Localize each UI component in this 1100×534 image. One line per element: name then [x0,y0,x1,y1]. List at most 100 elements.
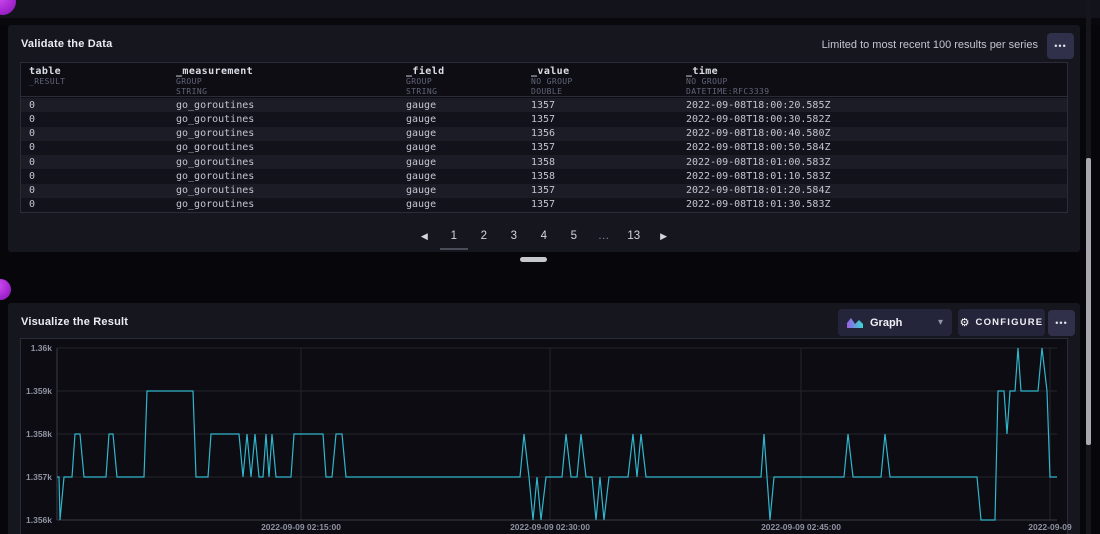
table-cell: gauge [398,142,523,153]
column-name: _field [406,66,523,77]
table-cell: 2022-09-08T18:01:00.583Z [678,157,1067,168]
table-pagination: ◀ 1 2 3 4 5 … 13 ▶ [8,225,1080,247]
svg-text:2022-09-09 02:30:00: 2022-09-09 02:30:00 [510,522,590,532]
table-row: 0go_goroutinesgauge13572022-09-08T18:00:… [21,98,1067,112]
table-row: 0go_goroutinesgauge13582022-09-08T18:01:… [21,169,1067,183]
svg-text:2022-09-09: 2022-09-09 [1028,522,1072,532]
table-cell: gauge [398,100,523,111]
table-cell: gauge [398,157,523,168]
table-cell: 0 [21,100,168,111]
table-cell: 2022-09-08T18:01:10.583Z [678,171,1067,182]
table-cell: 1357 [523,142,678,153]
table-cell: 0 [21,128,168,139]
table-header-cell[interactable]: _timeNO GROUPDATETIME:RFC3339 [678,63,1067,96]
table-header-cell[interactable]: _fieldGROUPSTRING [398,63,523,96]
table-header-cell[interactable]: table_RESULT [21,63,168,96]
table-cell: go_goroutines [168,128,398,139]
column-meta: GROUP [406,77,523,87]
column-meta: NO GROUP [531,77,678,87]
table-cell: go_goroutines [168,199,398,210]
raw-data-table: table_RESULT_measurementGROUPSTRING_fiel… [20,62,1068,213]
table-body: 0go_goroutinesgauge13572022-09-08T18:00:… [21,98,1067,212]
table-cell: go_goroutines [168,114,398,125]
gear-icon: ⚙ [960,317,970,328]
pagination-prev-button[interactable]: ◀ [419,231,430,242]
table-cell: 0 [21,142,168,153]
table-row: 0go_goroutinesgauge13572022-09-08T18:01:… [21,198,1067,212]
top-band-gap [0,18,1100,25]
table-cell: go_goroutines [168,100,398,111]
purple-orb-left[interactable] [0,279,11,300]
table-cell: gauge [398,185,523,196]
column-name: _measurement [176,66,398,77]
svg-text:1.359k: 1.359k [26,386,52,396]
pagination-page-button[interactable]: 3 [508,230,520,242]
scrollbar-thumb[interactable] [1086,158,1091,445]
table-cell: 2022-09-08T18:01:30.583Z [678,199,1067,210]
table-cell: gauge [398,171,523,182]
table-cell: go_goroutines [168,171,398,182]
visualize-result-panel: Visualize the Result Graph ▾ ⚙ CONFIGURE… [8,303,1080,534]
table-cell: 1357 [523,100,678,111]
configure-button[interactable]: ⚙ CONFIGURE [958,309,1045,336]
table-cell: 1358 [523,171,678,182]
table-cell: gauge [398,128,523,139]
pagination-next-button[interactable]: ▶ [658,231,669,242]
table-cell: go_goroutines [168,157,398,168]
view-type-dropdown[interactable]: Graph ▾ [838,309,952,336]
pagination-page-button[interactable]: 1 [448,230,460,242]
table-cell: go_goroutines [168,142,398,153]
svg-text:2022-09-09 02:45:00: 2022-09-09 02:45:00 [761,522,841,532]
table-row: 0go_goroutinesgauge13572022-09-08T18:00:… [21,141,1067,155]
table-header-cell[interactable]: _measurementGROUPSTRING [168,63,398,96]
visualize-more-options-button[interactable]: ••• [1048,310,1075,336]
table-row: 0go_goroutinesgauge13572022-09-08T18:00:… [21,112,1067,126]
table-cell: 2022-09-08T18:00:50.584Z [678,142,1067,153]
view-type-label: Graph [870,317,902,329]
column-meta: STRING [406,87,523,96]
column-meta: STRING [176,87,398,96]
table-cell: 2022-09-08T18:00:20.585Z [678,100,1067,111]
panel-resize-handle[interactable] [520,257,547,262]
column-meta: _RESULT [29,77,168,87]
table-cell: 0 [21,157,168,168]
table-cell: 1356 [523,128,678,139]
column-meta: DOUBLE [531,87,678,96]
table-cell: 1357 [523,199,678,210]
column-meta: GROUP [176,77,398,87]
validate-panel-title: Validate the Data [21,38,112,50]
column-name: _value [531,66,678,77]
column-meta: DATETIME:RFC3339 [686,87,1067,96]
table-header-row: table_RESULT_measurementGROUPSTRING_fiel… [21,63,1067,97]
column-name: table [29,66,168,77]
chevron-down-icon: ▾ [938,317,943,328]
svg-text:1.356k: 1.356k [26,515,52,525]
line-chart[interactable]: 1.36k 1.359k 1.358k 1.357k 1.356k 2022-09-09 … [20,338,1068,534]
column-name: _time [686,66,1067,77]
validate-more-options-button[interactable]: ••• [1047,33,1074,59]
pagination-page-button[interactable]: 5 [568,230,580,242]
results-limit-note: Limited to most recent 100 results per s… [822,39,1038,51]
table-cell: 0 [21,185,168,196]
pagination-ellipsis: … [598,230,610,242]
pagination-page-button[interactable]: 13 [627,230,640,242]
pagination-page-button[interactable]: 4 [538,230,550,242]
table-header-cell[interactable]: _valueNO GROUPDOUBLE [523,63,678,96]
table-cell: gauge [398,199,523,210]
svg-text:1.357k: 1.357k [26,472,52,482]
table-row: 0go_goroutinesgauge13562022-09-08T18:00:… [21,127,1067,141]
table-cell: 1358 [523,157,678,168]
table-cell: 2022-09-08T18:00:40.580Z [678,128,1067,139]
line-chart-svg: 1.36k 1.359k 1.358k 1.357k 1.356k 2022-09-09 … [21,339,1067,533]
table-cell: 0 [21,114,168,125]
svg-text:2022-09-09 02:15:00: 2022-09-09 02:15:00 [261,522,341,532]
table-row: 0go_goroutinesgauge13582022-09-08T18:01:… [21,155,1067,169]
validate-data-panel: Validate the Data Limited to most recent… [8,25,1080,252]
table-cell: go_goroutines [168,185,398,196]
pagination-page-button[interactable]: 2 [478,230,490,242]
svg-text:1.358k: 1.358k [26,429,52,439]
svg-text:1.36k: 1.36k [31,343,53,353]
table-cell: gauge [398,114,523,125]
table-cell: 0 [21,199,168,210]
column-meta: NO GROUP [686,77,1067,87]
